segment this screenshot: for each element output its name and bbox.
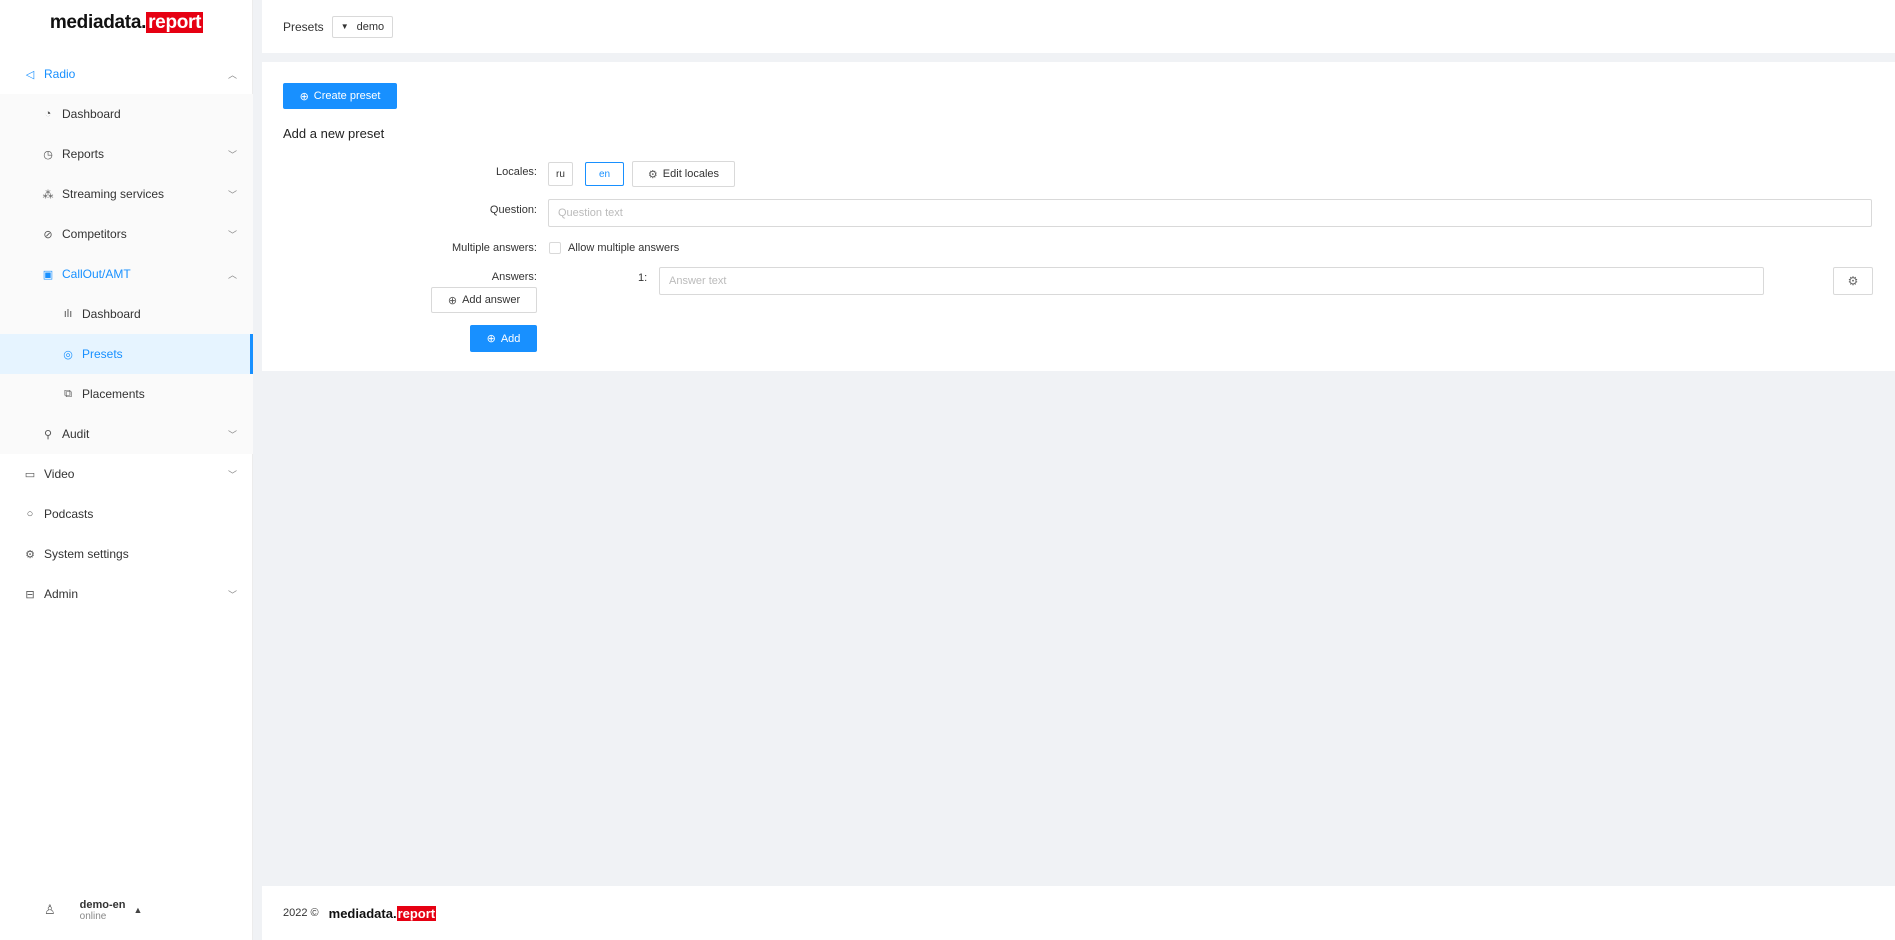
- sidebar-item-competitors[interactable]: ⊘ Competitors ﹀: [0, 214, 253, 254]
- compass-icon: ⊘: [43, 228, 53, 241]
- bar-chart-icon: ılı: [63, 308, 73, 320]
- sidebar-item-video[interactable]: ▭ Video ﹀: [0, 454, 253, 494]
- sidebar-item-admin[interactable]: ⊟ Admin ﹀: [0, 574, 253, 614]
- sidebar-item-label: Competitors: [62, 227, 127, 241]
- add-label: Add: [500, 332, 521, 345]
- create-preset-label: Create preset: [313, 90, 381, 102]
- preset-icon: ◎: [63, 348, 73, 361]
- sidebar-item-label: Admin: [44, 587, 79, 601]
- answer-input[interactable]: [659, 267, 1764, 295]
- plus-circle-icon: ⊕: [447, 294, 458, 307]
- speaker-icon: ◁: [25, 68, 35, 81]
- sidebar-item-radio-dashboard[interactable]: ◔ Dashboard: [0, 94, 253, 134]
- locale-en-button[interactable]: en: [585, 162, 624, 186]
- page-footer: 2022 © mediadata.report: [262, 886, 1895, 940]
- answer-settings-button[interactable]: ⚙: [1833, 267, 1873, 295]
- sidebar-item-label: Dashboard: [82, 307, 141, 321]
- breadcrumb: Presets: [283, 19, 324, 34]
- sidebar-item-callout[interactable]: ▣ CallOut/AMT ︿: [0, 254, 253, 294]
- allow-multiple-checkbox[interactable]: [549, 242, 561, 254]
- page-header: Presets ▼ demo: [262, 0, 1895, 53]
- chevron-down-icon: ﹀: [227, 470, 237, 480]
- copy-icon: ⧉: [64, 387, 72, 400]
- user-info: demo-en online: [80, 899, 126, 922]
- footer-logo-highlight: report: [396, 905, 437, 921]
- search-icon: ⚲: [43, 428, 53, 441]
- footer-copyright: 2022 ©: [283, 907, 319, 919]
- app-logo[interactable]: mediadata. report: [0, 12, 253, 34]
- sidebar-item-label: Reports: [62, 147, 105, 161]
- add-answer-button[interactable]: ⊕ Add answer: [431, 287, 537, 313]
- gear-icon: ⚙: [647, 168, 658, 181]
- create-preset-button[interactable]: ⊕ Create preset: [283, 83, 397, 109]
- caret-down-icon: ▼: [340, 22, 349, 31]
- chevron-down-icon: ﹀: [227, 430, 237, 440]
- locales-label: Locales:: [496, 166, 537, 178]
- sidebar-menu: ◁ Radio ︿ ◔ Dashboard ◷ Reports ﹀ ⁂ Stre…: [0, 54, 253, 614]
- question-input[interactable]: [548, 199, 1872, 227]
- sidebar-item-label: Audit: [62, 427, 90, 441]
- sidebar-item-audit[interactable]: ⚲ Audit ﹀: [0, 414, 253, 454]
- dashboard-icon: ◔: [44, 108, 52, 120]
- locale-ru-button[interactable]: ru: [548, 162, 573, 186]
- chevron-down-icon: ﹀: [227, 590, 237, 600]
- logo-text: mediadata.: [49, 12, 147, 33]
- sidebar-item-label: System settings: [44, 547, 129, 561]
- plus-circle-icon: ⊕: [299, 90, 309, 103]
- allow-multiple-label[interactable]: Allow multiple answers: [568, 242, 679, 254]
- sidebar-item-label: Streaming services: [62, 187, 165, 201]
- logo-highlight: report: [146, 12, 204, 33]
- answer-index: 1:: [638, 272, 648, 284]
- chevron-down-icon: ﹀: [227, 230, 237, 240]
- answers-label: Answers:: [491, 271, 537, 283]
- sidebar-item-presets[interactable]: ◎ Presets: [0, 334, 253, 374]
- sidebar-item-label: Radio: [44, 67, 76, 81]
- card-icon: ▣: [42, 268, 54, 281]
- clock-icon: ◷: [43, 148, 53, 161]
- sidebar-item-streaming[interactable]: ⁂ Streaming services ﹀: [0, 174, 253, 214]
- lock-icon: ⊟: [25, 588, 35, 601]
- video-camera-icon: ▭: [24, 468, 36, 481]
- question-label: Question:: [489, 204, 537, 216]
- sidebar-item-label: Dashboard: [62, 107, 121, 121]
- chevron-up-icon: ︿: [227, 270, 237, 280]
- circle-icon: ○: [26, 508, 34, 520]
- sidebar-item-placements[interactable]: ⧉ Placements: [0, 374, 253, 414]
- gear-icon: ⚙: [1847, 274, 1859, 288]
- preset-form-card: ⊕ Create preset Add a new preset Locales…: [262, 62, 1895, 371]
- sidebar-item-callout-dashboard[interactable]: ılı Dashboard: [0, 294, 253, 334]
- caret-up-icon: ▲: [133, 905, 143, 915]
- chevron-down-icon: ﹀: [227, 150, 237, 160]
- edit-locales-label: Edit locales: [662, 168, 720, 180]
- chevron-up-icon: ︿: [227, 70, 237, 80]
- project-select-value: demo: [356, 20, 385, 33]
- sidebar-item-system-settings[interactable]: ⚙ System settings: [0, 534, 253, 574]
- plus-circle-icon: ⊕: [486, 333, 496, 345]
- sidebar-item-label: CallOut/AMT: [62, 267, 131, 281]
- sidebar-item-radio[interactable]: ◁ Radio ︿: [0, 54, 253, 94]
- sidebar: mediadata. report ◁ Radio ︿ ◔ Dashboard ◷…: [0, 0, 253, 940]
- user-menu[interactable]: ♙ demo-en online ▲: [0, 880, 253, 940]
- network-icon: ⁂: [42, 188, 54, 201]
- radio-submenu: ◔ Dashboard ◷ Reports ﹀ ⁂ Streaming serv…: [0, 94, 253, 454]
- add-button[interactable]: ⊕ Add: [470, 325, 537, 352]
- multiple-answers-label: Multiple answers:: [452, 242, 537, 254]
- edit-locales-button[interactable]: ⚙ Edit locales: [632, 161, 735, 187]
- user-name: demo-en: [79, 898, 126, 911]
- chevron-down-icon: ﹀: [227, 190, 237, 200]
- form-title: Add a new preset: [283, 126, 385, 141]
- sidebar-item-label: Placements: [82, 387, 145, 401]
- project-select[interactable]: ▼ demo: [331, 15, 394, 38]
- sidebar-item-label: Podcasts: [44, 507, 94, 521]
- footer-logo-text: mediadata.: [328, 905, 397, 921]
- sidebar-item-podcasts[interactable]: ○ Podcasts: [0, 494, 253, 534]
- sidebar-item-label: Video: [44, 467, 75, 481]
- user-status: online: [79, 910, 107, 922]
- gear-icon: ⚙: [25, 548, 35, 561]
- footer-logo: mediadata.report: [328, 905, 437, 921]
- user-icon: ♙: [44, 902, 56, 917]
- sidebar-item-label: Presets: [82, 347, 123, 361]
- sidebar-item-reports[interactable]: ◷ Reports ﹀: [0, 134, 253, 174]
- add-answer-label: Add answer: [462, 294, 521, 306]
